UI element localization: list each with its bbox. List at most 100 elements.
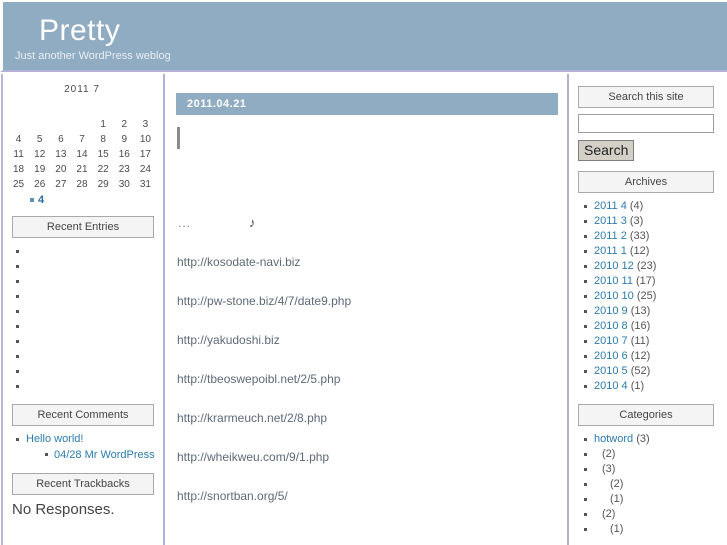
- post-link[interactable]: http://yakudoshi.biz: [177, 333, 280, 347]
- list-item[interactable]: [12, 349, 162, 364]
- list-item[interactable]: 2010 12 (23): [580, 259, 724, 274]
- calendar-day: 4: [15, 134, 22, 145]
- post-link[interactable]: http://tbeoswepoibl.net/2/5.php: [177, 372, 340, 386]
- list-item[interactable]: [12, 364, 162, 379]
- category-count: (3): [602, 463, 616, 475]
- list-item[interactable]: (1): [580, 522, 724, 537]
- post-link-row[interactable]: http://pw-stone.biz/4/7/date9.php: [177, 294, 558, 308]
- list-item[interactable]: [12, 334, 162, 349]
- archive-link[interactable]: 2010 5: [594, 365, 628, 377]
- archive-link[interactable]: 2010 9: [594, 305, 628, 317]
- page-left-border: [1, 74, 3, 545]
- archive-count: (12): [629, 245, 650, 257]
- post-link[interactable]: http://krarmeuch.net/2/8.php: [177, 411, 327, 425]
- list-item[interactable]: [12, 319, 162, 334]
- post-link[interactable]: http://snortban.org/5/: [177, 489, 288, 503]
- recent-entries-title: Recent Entries: [12, 216, 154, 238]
- calendar-day: 24: [139, 164, 151, 175]
- archive-count: (11): [630, 335, 650, 347]
- list-item[interactable]: [12, 379, 162, 394]
- list-item[interactable]: (3): [580, 462, 724, 477]
- list-item[interactable]: [12, 244, 162, 259]
- recent-entries-list: [4, 244, 162, 394]
- archive-link[interactable]: 2010 4: [594, 380, 628, 392]
- list-item[interactable]: 2010 9 (13): [580, 304, 724, 319]
- post-link-row[interactable]: http://snortban.org/5/: [177, 489, 558, 503]
- list-item[interactable]: (2): [580, 507, 724, 522]
- calendar-day: 15: [97, 149, 109, 160]
- list-item[interactable]: 2010 4 (1): [580, 379, 724, 394]
- list-item[interactable]: [12, 274, 162, 289]
- archive-count: (23): [636, 260, 657, 272]
- search-input[interactable]: [578, 114, 714, 133]
- post-link[interactable]: http://wheikweu.com/9/1.php: [177, 450, 329, 464]
- archive-link[interactable]: 2010 11: [594, 275, 633, 287]
- archive-link[interactable]: 2010 6: [594, 350, 628, 362]
- list-item[interactable]: 2010 7 (11): [580, 334, 724, 349]
- calendar-day: 30: [118, 179, 130, 190]
- calendar-prev-nav[interactable]: 4: [30, 194, 162, 206]
- recent-trackbacks-title: Recent Trackbacks: [12, 473, 154, 495]
- list-item[interactable]: 2010 10 (25): [580, 289, 724, 304]
- calendar-day: 22: [97, 164, 109, 175]
- calendar-day: 27: [55, 179, 67, 190]
- list-item[interactable]: (2): [580, 477, 724, 492]
- list-item[interactable]: 2011 3 (3): [580, 214, 724, 229]
- site-title: Pretty: [39, 14, 121, 47]
- post-link-row[interactable]: http://krarmeuch.net/2/8.php: [177, 411, 558, 425]
- list-item[interactable]: 2011 1 (12): [580, 244, 724, 259]
- list-item[interactable]: 2010 5 (52): [580, 364, 724, 379]
- category-count: (2): [602, 508, 616, 520]
- archive-count: (17): [636, 275, 656, 287]
- page-root: Pretty Just another WordPress weblog 201…: [0, 0, 727, 545]
- category-link[interactable]: hotword: [594, 433, 633, 445]
- recent-comment-post-link[interactable]: Hello world!: [26, 433, 83, 445]
- list-item[interactable]: 2010 11 (17): [580, 274, 724, 289]
- archive-link[interactable]: 2011 2: [594, 230, 627, 242]
- list-item[interactable]: 2011 2 (33): [580, 229, 724, 244]
- post-link-row[interactable]: http://yakudoshi.biz: [177, 333, 558, 347]
- list-item[interactable]: Hello world! 04/28 Mr WordPress: [12, 432, 162, 463]
- calendar-day: [8, 117, 29, 132]
- archive-link[interactable]: 2011 3: [594, 215, 627, 227]
- widget-categories: Categories hotword (3) (2) (3) (2) (1) (…: [572, 404, 724, 537]
- calendar-day: 13: [55, 149, 67, 160]
- post-link-row[interactable]: http://kosodate-navi.biz: [177, 255, 558, 269]
- calendar-weekday: [135, 107, 156, 117]
- list-item[interactable]: 2010 6 (12): [580, 349, 724, 364]
- post-link[interactable]: http://kosodate-navi.biz: [177, 255, 300, 269]
- calendar-caption: 2011 7: [64, 84, 100, 95]
- list-item[interactable]: 04/28 Mr WordPress: [42, 447, 162, 463]
- calendar-day: [71, 117, 92, 132]
- archive-link[interactable]: 2011 4: [594, 200, 627, 212]
- widget-recent-trackbacks: Recent Trackbacks No Responses.: [4, 473, 162, 518]
- recent-comment-author-link[interactable]: 04/28 Mr WordPress: [54, 449, 155, 461]
- list-item[interactable]: [12, 304, 162, 319]
- archive-link[interactable]: 2010 7: [594, 335, 628, 347]
- list-item[interactable]: (2): [580, 447, 724, 462]
- calendar-weekday: [114, 107, 135, 117]
- calendar-day: 19: [34, 164, 46, 175]
- calendar-day: [50, 117, 71, 132]
- widget-archives: Archives 2011 4 (4) 2011 3 (3) 2011 2 (3…: [572, 171, 724, 394]
- archive-link[interactable]: 2011 1: [594, 245, 627, 257]
- list-item[interactable]: [12, 259, 162, 274]
- list-item[interactable]: [12, 289, 162, 304]
- list-item[interactable]: (1): [580, 492, 724, 507]
- categories-list: hotword (3) (2) (3) (2) (1) (2) (1): [572, 432, 724, 537]
- archive-link[interactable]: 2010 8: [594, 320, 628, 332]
- archive-link[interactable]: 2010 10: [594, 290, 634, 302]
- post-link[interactable]: http://pw-stone.biz/4/7/date9.php: [177, 294, 351, 308]
- list-item[interactable]: 2010 8 (16): [580, 319, 724, 334]
- list-item[interactable]: hotword (3): [580, 432, 724, 447]
- site-description: Just another WordPress weblog: [15, 50, 171, 62]
- list-item[interactable]: 2011 4 (4): [580, 199, 724, 214]
- calendar-day: 17: [139, 149, 151, 160]
- calendar-prev-link[interactable]: 4: [38, 194, 44, 206]
- archive-count: (52): [630, 365, 651, 377]
- post-link-row[interactable]: http://tbeoswepoibl.net/2/5.php: [177, 372, 558, 386]
- post-ellipsis: ...: [178, 216, 192, 230]
- search-button[interactable]: Search: [578, 140, 635, 161]
- post-link-row[interactable]: http://wheikweu.com/9/1.php: [177, 450, 558, 464]
- archive-link[interactable]: 2010 12: [594, 260, 634, 272]
